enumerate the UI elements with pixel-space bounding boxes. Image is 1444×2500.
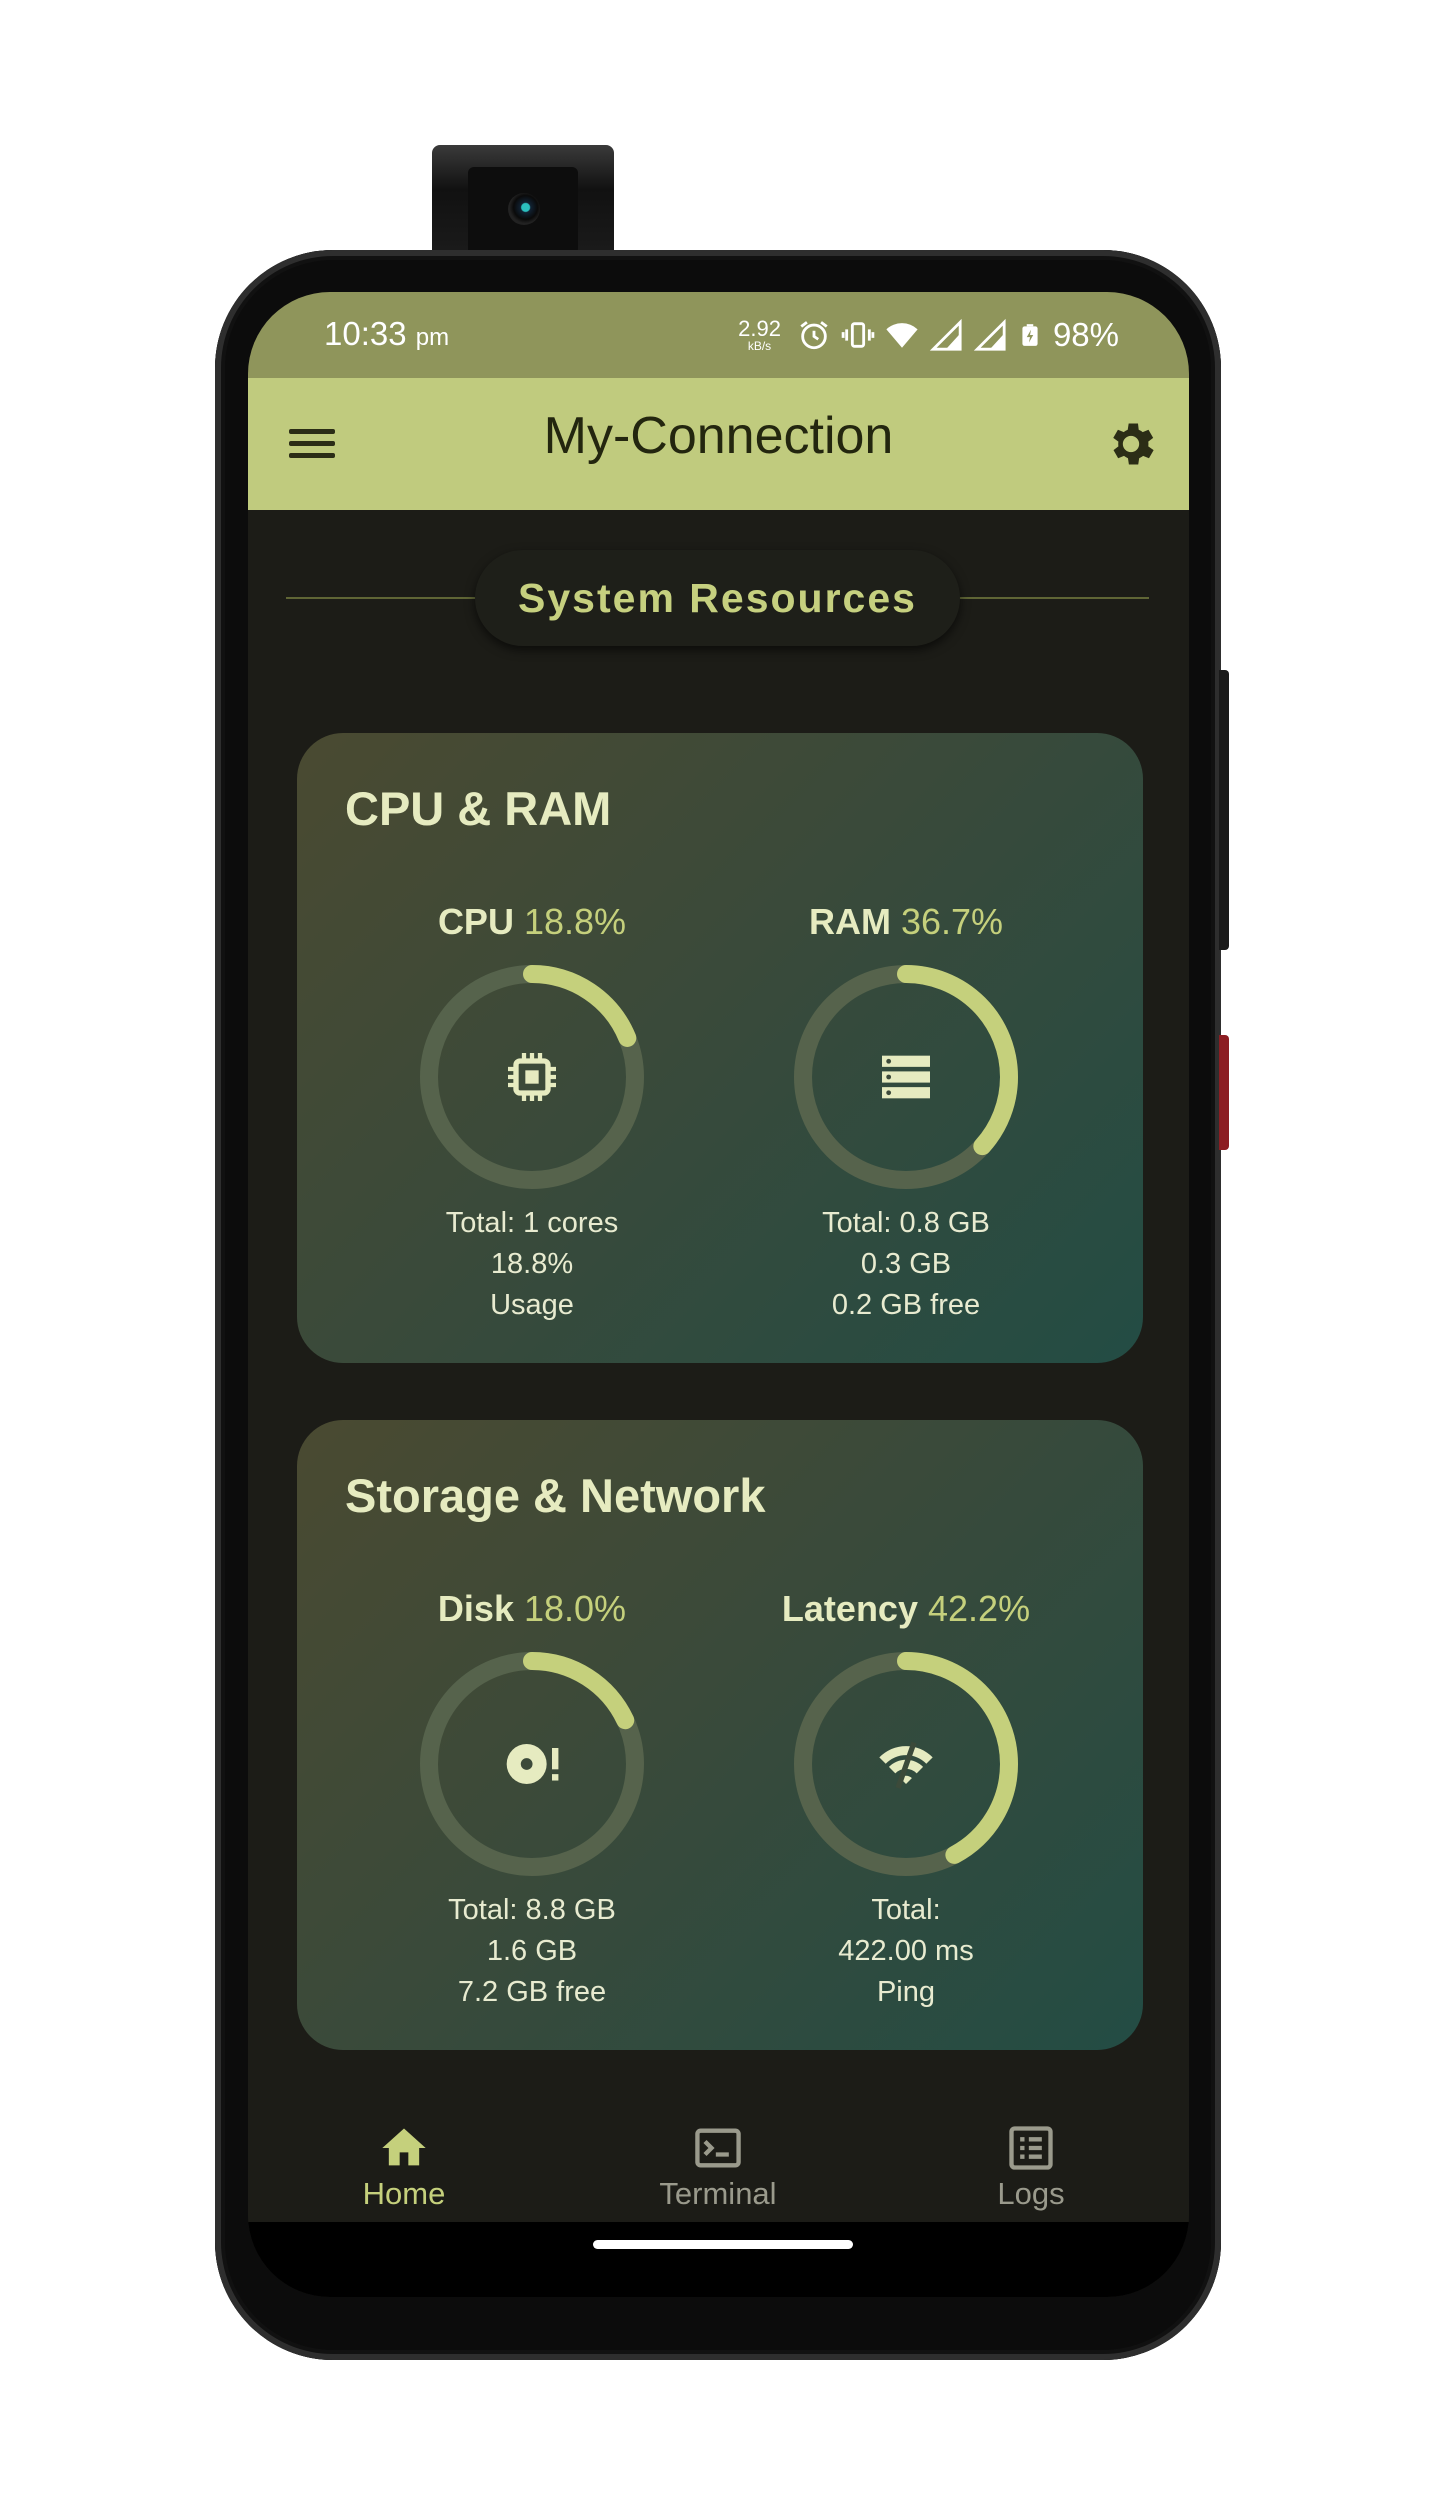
gear-icon[interactable] xyxy=(1103,416,1159,472)
card-title: Storage & Network xyxy=(345,1469,766,1522)
cpu-metric: CPU 18.8% Total: 1 cores 18.8% Usage xyxy=(342,901,722,1326)
status-bar: 10:33 pm 2.92 kB/s 98% xyxy=(248,292,1189,378)
wifi-icon xyxy=(886,323,918,348)
nav-terminal[interactable]: Terminal xyxy=(618,2122,818,2212)
metric-heading: CPU 18.8% xyxy=(437,901,627,942)
metric-heading: Disk 18.0% xyxy=(437,1588,627,1629)
metric-line: Usage xyxy=(490,1289,574,1321)
bottom-nav: Home Terminal Logs xyxy=(248,2092,1189,2222)
battery-icon xyxy=(1022,324,1038,346)
metric-heading: Latency 42.2% xyxy=(781,1588,1031,1629)
camera-lens-icon xyxy=(508,193,540,225)
app-title: My-Connection xyxy=(543,407,894,465)
app-bar: My-Connection xyxy=(248,378,1189,510)
metric-line: 1.6 GB xyxy=(486,1935,578,1967)
net-speed: 2.92 kB/s xyxy=(738,316,781,353)
nav-logs[interactable]: Logs xyxy=(931,2122,1131,2212)
latency-metric: Latency 42.2% Total: 422.00 ms Ping xyxy=(716,1588,1096,2013)
metric-line: Total: 8.8 GB xyxy=(448,1894,616,1926)
ram-metric: RAM 36.7% Total: 0.8 GB 0.3 GB 0.2 GB fr… xyxy=(716,901,1096,1326)
volume-button xyxy=(1219,670,1229,950)
metric-line: 422.00 ms xyxy=(838,1935,974,1967)
metric-line: Ping xyxy=(876,1976,936,2008)
wifi-off-icon xyxy=(874,1732,938,1796)
popup-camera xyxy=(432,145,614,257)
status-time: 10:33 pm xyxy=(324,315,450,352)
disk-alert-icon xyxy=(500,1732,564,1796)
battery-percent: 98% xyxy=(1052,316,1119,353)
section-divider-left xyxy=(286,597,478,599)
disk-gauge xyxy=(420,1652,644,1876)
metric-line: 18.8% xyxy=(490,1248,574,1280)
metric-heading: RAM 36.7% xyxy=(808,901,1004,942)
vibrate-icon xyxy=(841,322,875,348)
section-title: System Resources xyxy=(475,550,960,646)
cpu-gauge xyxy=(420,965,644,1189)
latency-gauge xyxy=(794,1652,1018,1876)
nav-home[interactable]: Home xyxy=(304,2122,504,2212)
terminal-icon xyxy=(695,2128,741,2168)
metric-line: 0.3 GB xyxy=(860,1248,952,1280)
cpu-ram-card: CPU & RAM CPU 18.8% Total: 1 cores 18.8%… xyxy=(297,733,1143,1363)
screen: 10:33 pm 2.92 kB/s 98% My-Connection Sys… xyxy=(248,292,1189,2297)
memory-stack-icon xyxy=(874,1045,938,1109)
home-indicator[interactable] xyxy=(593,2240,853,2249)
ram-gauge xyxy=(794,965,1018,1189)
chip-icon xyxy=(500,1045,564,1109)
metric-line: Total: xyxy=(871,1894,941,1926)
card-title: CPU & RAM xyxy=(345,782,612,835)
signal-icon xyxy=(973,318,1006,351)
metric-line: 0.2 GB free xyxy=(831,1289,981,1321)
alarm-icon xyxy=(800,321,828,350)
metric-line: Total: 0.8 GB xyxy=(822,1207,990,1239)
disk-metric: Disk 18.0% Total: 8.8 GB 1.6 GB 7.2 GB f… xyxy=(342,1588,722,2013)
list-icon xyxy=(1009,2126,1053,2170)
metric-line: 7.2 GB free xyxy=(457,1976,607,2008)
home-icon xyxy=(382,2128,426,2166)
power-button xyxy=(1219,1035,1229,1150)
gesture-bar xyxy=(248,2222,1189,2297)
storage-network-card: Storage & Network Disk 18.0% Total: 8.8 … xyxy=(297,1420,1143,2050)
signal-icon xyxy=(929,318,962,351)
section-divider-right xyxy=(956,597,1149,599)
metric-line: Total: 1 cores xyxy=(445,1207,619,1239)
